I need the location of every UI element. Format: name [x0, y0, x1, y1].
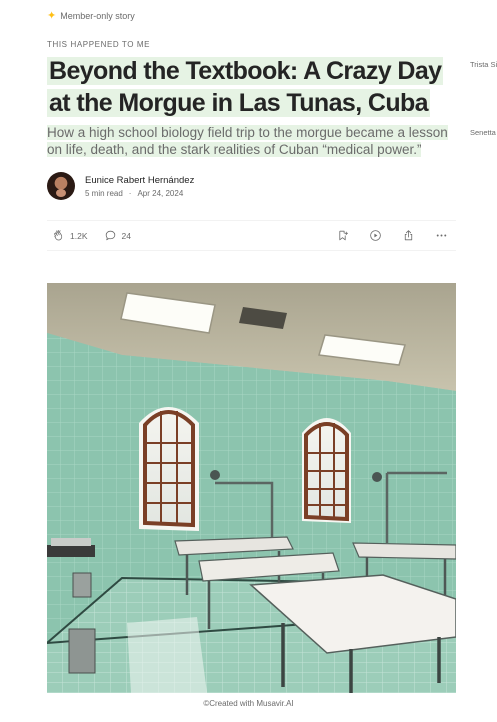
- article-subtitle: How a high school biology field trip to …: [47, 124, 459, 158]
- star-icon: ✦: [47, 9, 57, 22]
- article-kicker: THIS HAPPENED TO ME: [47, 40, 151, 49]
- sidebar-note[interactable]: Senetta: [470, 128, 496, 137]
- clap-count: 1.2K: [70, 230, 88, 241]
- article-title-text: Beyond the Textbook: A Crazy Day at the …: [47, 57, 444, 117]
- listen-icon[interactable]: [368, 229, 382, 243]
- article-tools: [335, 221, 448, 250]
- meta-separator: ·: [128, 188, 132, 198]
- read-meta: 5 min read · Apr 24, 2024: [85, 189, 194, 198]
- author-meta: Eunice Rabert Hernández 5 min read · Apr…: [85, 175, 194, 198]
- hero-image: [47, 283, 456, 693]
- publish-date: Apr 24, 2024: [137, 188, 184, 198]
- response-icon: [104, 229, 117, 242]
- member-only-badge: ✦ Member-only story: [47, 9, 135, 23]
- more-icon[interactable]: [434, 229, 448, 243]
- response-count: 24: [121, 230, 131, 241]
- clap-icon: [52, 229, 65, 242]
- sidebar-note[interactable]: Trista Si: [470, 60, 497, 69]
- clap-button[interactable]: 1.2K: [52, 229, 88, 242]
- share-icon[interactable]: [401, 229, 415, 243]
- avatar[interactable]: [47, 172, 75, 200]
- engagement-group: 1.2K 24: [52, 221, 131, 250]
- bookmark-add-icon[interactable]: [335, 229, 349, 243]
- image-caption: ©Created with Musavir.AI: [203, 699, 294, 708]
- read-time: 5 min read: [85, 188, 123, 198]
- author-name[interactable]: Eunice Rabert Hernández: [85, 175, 194, 186]
- article-subtitle-text: How a high school biology field trip to …: [47, 125, 448, 157]
- author-row: Eunice Rabert Hernández 5 min read · Apr…: [47, 171, 194, 201]
- action-bar: 1.2K 24: [47, 220, 456, 251]
- article-title: Beyond the Textbook: A Crazy Day at the …: [47, 55, 444, 119]
- responses-button[interactable]: 24: [104, 229, 131, 242]
- member-only-label: Member-only story: [60, 11, 135, 21]
